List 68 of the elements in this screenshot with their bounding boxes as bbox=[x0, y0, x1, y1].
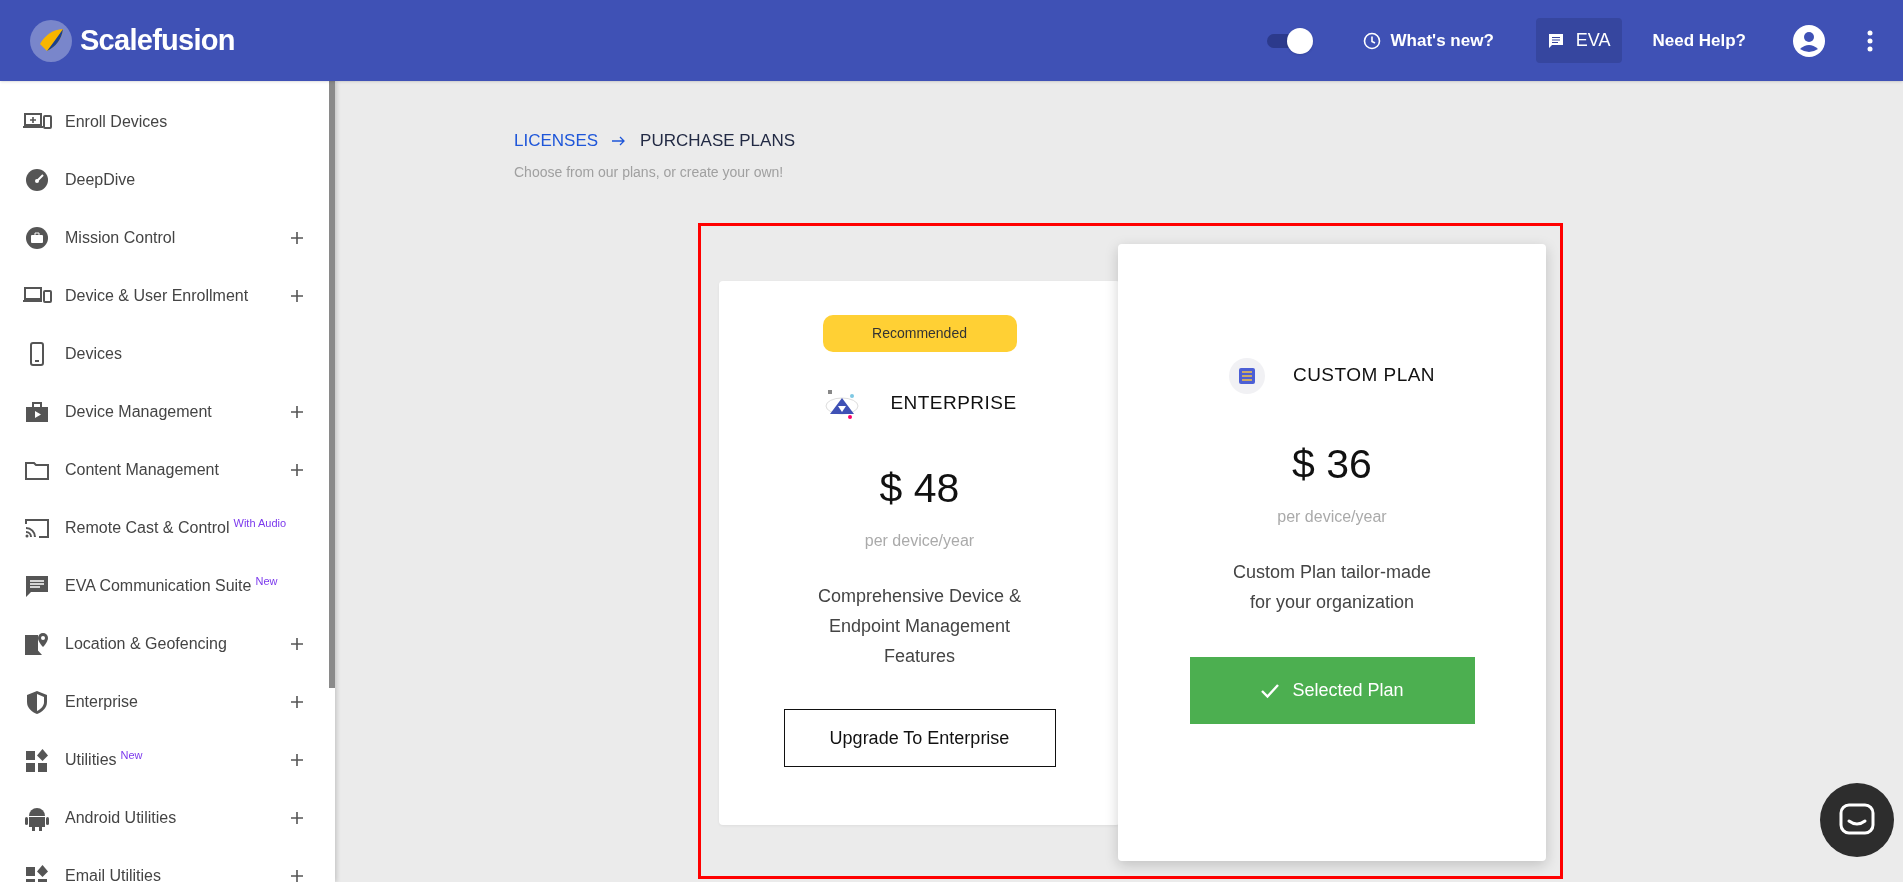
menu-label: Device Management bbox=[65, 402, 212, 422]
sidebar-item[interactable]: Email Utilities bbox=[0, 847, 328, 882]
check-icon bbox=[1260, 682, 1281, 699]
account-icon[interactable] bbox=[1793, 24, 1825, 57]
menu-label: Mission Control bbox=[65, 228, 176, 248]
feature-tag: New bbox=[120, 746, 143, 764]
plus-icon[interactable] bbox=[290, 405, 304, 419]
sidebar-item[interactable]: Utilities New bbox=[0, 731, 328, 789]
sidebar-item[interactable]: Remote Cast & Control With Audio bbox=[0, 499, 328, 557]
upgrade-button[interactable]: Upgrade To Enterprise bbox=[783, 709, 1056, 767]
sidebar-item[interactable]: Enterprise bbox=[0, 673, 328, 731]
plus-icon[interactable] bbox=[290, 637, 304, 651]
plus-icon[interactable] bbox=[290, 289, 304, 303]
eva-button[interactable]: EVA bbox=[1535, 18, 1623, 63]
whats-new-link[interactable]: What's new? bbox=[1362, 27, 1494, 54]
sidebar-item[interactable]: Location & Geofencing bbox=[0, 615, 328, 673]
logo-icon bbox=[30, 19, 72, 62]
scrollbar-thumb[interactable] bbox=[329, 81, 335, 688]
plus-icon[interactable] bbox=[290, 869, 304, 882]
sidebar-item[interactable]: Content Management bbox=[0, 441, 328, 499]
plan-description: Comprehensive Device & Endpoint Management Features bbox=[816, 585, 1023, 668]
menu-label: Android Utilities bbox=[65, 808, 177, 828]
feature-tag: New bbox=[255, 572, 278, 590]
arrow-icon bbox=[612, 135, 627, 146]
plus-icon[interactable] bbox=[290, 695, 304, 709]
plan-description: Custom Plan tailor-made for your organization bbox=[1231, 561, 1433, 614]
menu-label: Enterprise bbox=[65, 692, 138, 712]
plan-name: CUSTOM PLAN bbox=[1292, 363, 1436, 388]
breadcrumb-link[interactable]: LICENSES bbox=[514, 128, 599, 154]
sidebar-item[interactable]: Devices bbox=[0, 325, 328, 383]
settings-list-icon bbox=[1228, 357, 1265, 394]
plan-price: $ 36 bbox=[1292, 439, 1372, 489]
menu-label: Remote Cast & Control bbox=[65, 518, 230, 538]
page-subtitle: Choose from our plans, or create your own! bbox=[514, 162, 785, 182]
plus-icon[interactable] bbox=[290, 231, 304, 245]
plan-name: ENTERPRISE bbox=[890, 391, 1017, 416]
plus-icon[interactable] bbox=[290, 463, 304, 477]
plus-icon[interactable] bbox=[290, 811, 304, 825]
sidebar-item[interactable]: Enroll Devices bbox=[0, 93, 328, 151]
feature-tag: With Audio bbox=[233, 514, 287, 532]
need-help-link[interactable]: Need Help? bbox=[1652, 27, 1746, 54]
sidebar-item[interactable]: EVA Communication Suite New bbox=[0, 557, 328, 615]
plus-icon[interactable] bbox=[290, 753, 304, 767]
brand-name: Scalefusion bbox=[80, 22, 235, 58]
message-icon bbox=[1547, 32, 1564, 49]
menu-label: Utilities bbox=[65, 750, 117, 770]
sidebar-item[interactable]: Device & User Enrollment bbox=[0, 267, 328, 325]
more-icon[interactable] bbox=[1867, 29, 1873, 52]
menu-label: Email Utilities bbox=[65, 866, 161, 882]
android-icon bbox=[22, 805, 52, 831]
sidebar-item[interactable]: Mission Control bbox=[0, 209, 328, 267]
plan-price: $ 48 bbox=[879, 463, 960, 513]
sidebar-item[interactable]: Android Utilities bbox=[0, 789, 328, 847]
chat-icon bbox=[1839, 803, 1875, 837]
menu-label: EVA Communication Suite bbox=[65, 576, 252, 596]
menu-label: Devices bbox=[65, 344, 122, 364]
menu-label: DeepDive bbox=[65, 170, 136, 190]
clock-icon bbox=[1362, 31, 1381, 50]
price-unit: per device/year bbox=[864, 531, 975, 551]
recommended-badge: Recommended bbox=[822, 314, 1017, 352]
menu-label: Device & User Enrollment bbox=[65, 286, 249, 306]
sidebar-item[interactable]: Device Management bbox=[0, 383, 328, 441]
price-unit: per device/year bbox=[1277, 507, 1387, 527]
breadcrumb-current: PURCHASE PLANS bbox=[640, 130, 796, 152]
menu-label: Content Management bbox=[65, 460, 219, 480]
menu-label: Location & Geofencing bbox=[65, 634, 227, 654]
sidebar-item[interactable]: DeepDive bbox=[0, 151, 328, 209]
menu-label: Enroll Devices bbox=[65, 112, 168, 132]
